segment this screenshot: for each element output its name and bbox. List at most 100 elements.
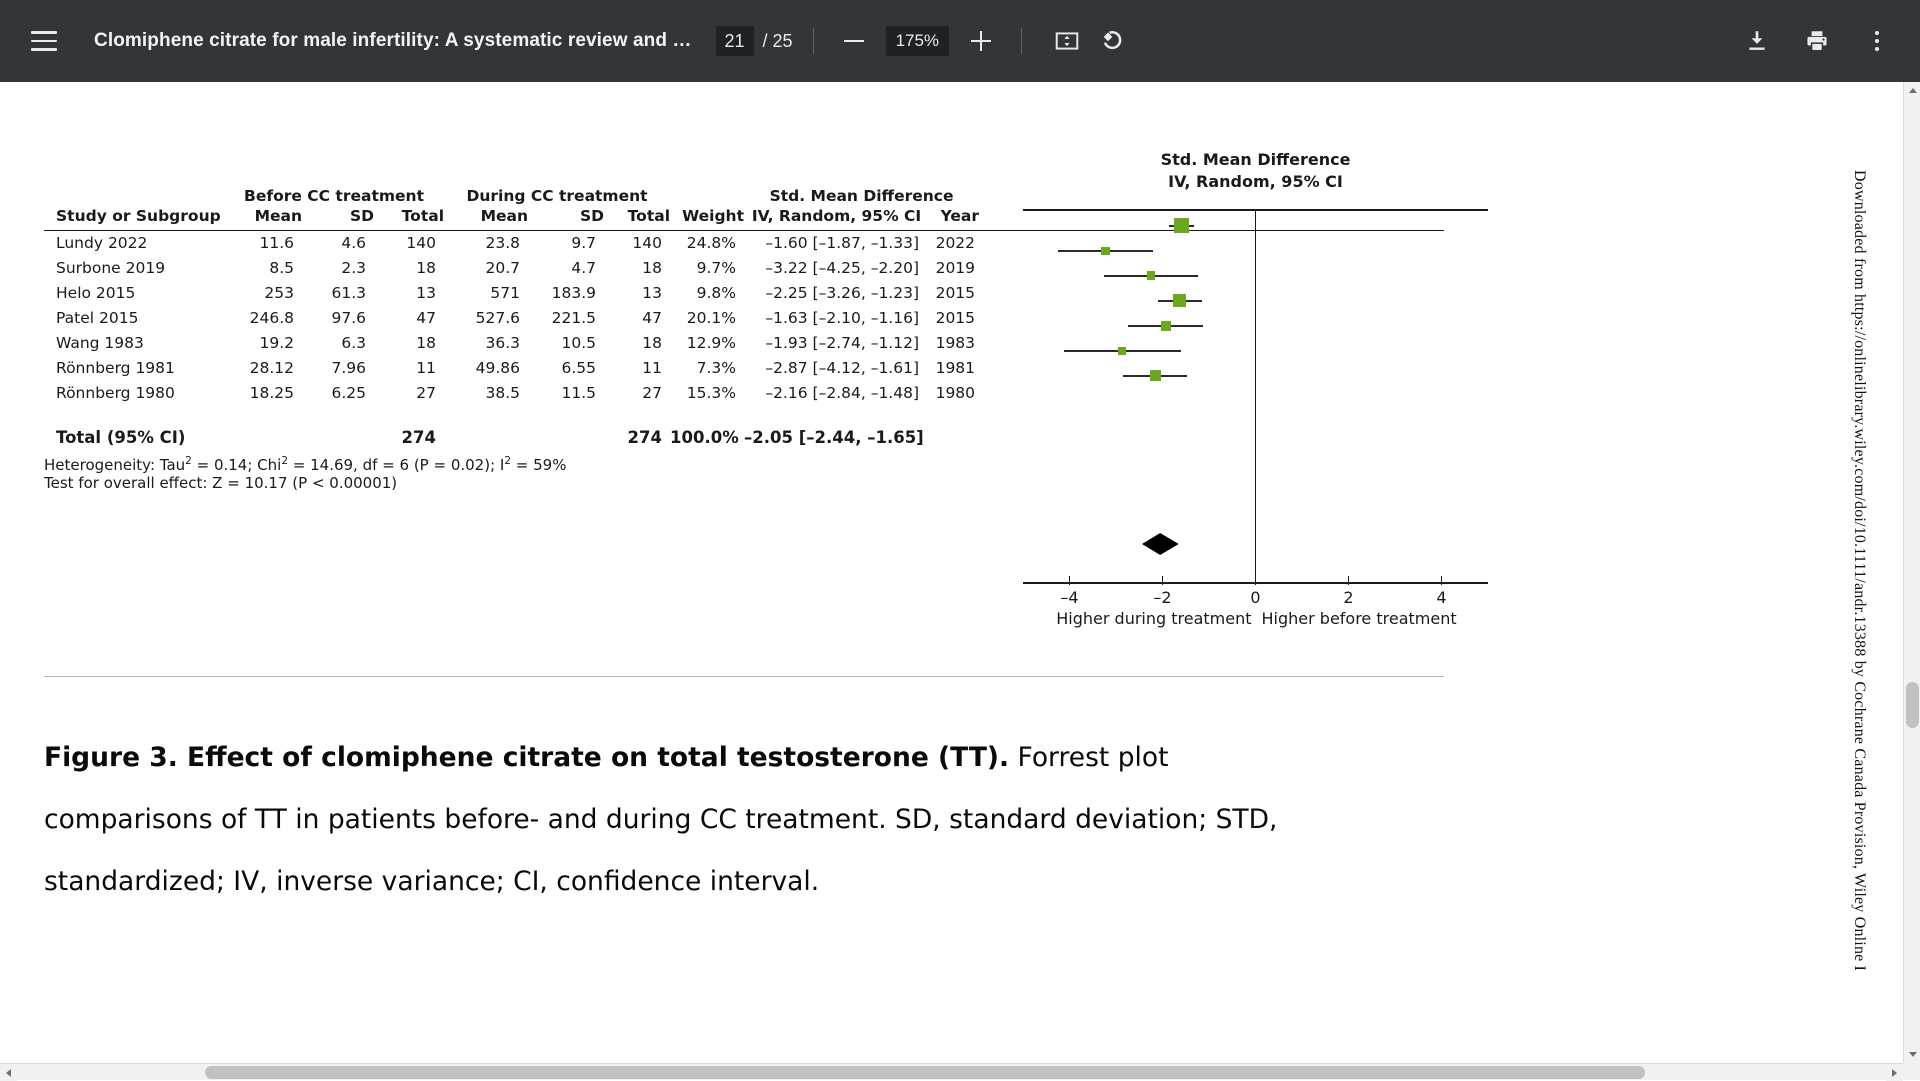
col-study-or-subgroup: Study or Subgroup <box>44 207 224 228</box>
horizontal-scrollbar-thumb[interactable] <box>205 1066 1645 1079</box>
axis-tick-label: 4 <box>1422 588 1462 607</box>
col-before-mean: Mean <box>224 207 302 228</box>
page-number-input[interactable] <box>716 26 754 56</box>
header-smd: Std. Mean Difference <box>744 187 979 207</box>
axis-tick <box>1348 576 1350 585</box>
zoom-out-button[interactable] <box>834 21 874 61</box>
scroll-down-button[interactable] <box>1904 1046 1920 1063</box>
scroll-up-button[interactable] <box>1904 82 1920 99</box>
during-sd: 9.7 <box>528 230 604 255</box>
scroll-left-button[interactable] <box>0 1064 17 1081</box>
effect-size-marker <box>1150 370 1161 381</box>
before-sd: 4.6 <box>302 230 374 255</box>
during-sd: 183.9 <box>528 280 604 305</box>
axis-tick <box>1069 576 1071 585</box>
during-mean: 36.3 <box>444 330 528 355</box>
effect-size-marker <box>1101 247 1110 256</box>
during-total: 27 <box>604 380 670 405</box>
minus-icon <box>844 40 864 43</box>
before-total: 13 <box>374 280 444 305</box>
chevron-up-icon <box>1909 88 1917 93</box>
study-name: Surbone 2019 <box>44 255 224 280</box>
download-icon <box>1744 28 1770 54</box>
col-during-sd: SD <box>528 207 604 228</box>
smd-ci: –2.87 [–4.12, –1.61] <box>744 355 929 380</box>
plot-header-subtitle: IV, Random, 95% CI <box>1023 171 1488 193</box>
vertical-scrollbar[interactable] <box>1903 82 1920 1063</box>
before-sd: 6.3 <box>302 330 374 355</box>
axis-caption-right: Higher before treatment <box>1262 609 1457 628</box>
figure-caption-bold: Figure 3. Effect of clomiphene citrate o… <box>44 742 1009 773</box>
vertical-scrollbar-thumb[interactable] <box>1906 682 1919 728</box>
download-button[interactable] <box>1734 18 1780 64</box>
col-smd-ci: IV, Random, 95% CI <box>744 207 929 228</box>
before-mean: 28.12 <box>224 355 302 380</box>
print-button[interactable] <box>1794 18 1840 64</box>
before-mean: 19.2 <box>224 330 302 355</box>
study-name: Patel 2015 <box>44 305 224 330</box>
during-total: 47 <box>604 305 670 330</box>
axis-tick <box>1255 576 1257 585</box>
study-name: Lundy 2022 <box>44 230 224 255</box>
weight: 9.7% <box>670 255 744 280</box>
axis-tick-label: –2 <box>1143 588 1183 607</box>
pdf-viewer-toolbar: Clomiphene citrate for male infertility:… <box>0 0 1920 82</box>
weight: 15.3% <box>670 380 744 405</box>
before-total: 11 <box>374 355 444 380</box>
total-weight: 100.0% <box>670 419 744 455</box>
during-sd: 4.7 <box>528 255 604 280</box>
weight: 7.3% <box>670 355 744 380</box>
hamburger-menu-icon[interactable] <box>16 13 72 69</box>
scrollbar-corner <box>1903 1063 1920 1080</box>
during-total: 18 <box>604 330 670 355</box>
year: 1983 <box>929 330 979 355</box>
effect-size-marker <box>1174 218 1189 233</box>
plot-header-title: Std. Mean Difference <box>1023 149 1488 171</box>
toolbar-right-group <box>1720 18 1920 64</box>
year: 2015 <box>929 305 979 330</box>
rotate-counterclockwise-button[interactable] <box>1092 20 1134 62</box>
horizontal-scrollbar[interactable] <box>0 1063 1903 1080</box>
scroll-right-button[interactable] <box>1886 1064 1903 1081</box>
during-sd: 10.5 <box>528 330 604 355</box>
overall-effect-text: Test for overall effect: Z = 10.17 (P < … <box>44 474 979 492</box>
plot-header: Std. Mean Difference IV, Random, 95% CI <box>1023 149 1488 192</box>
col-before-sd: SD <box>302 207 374 228</box>
zoom-in-button[interactable] <box>961 21 1001 61</box>
during-mean: 49.86 <box>444 355 528 380</box>
plus-icon <box>971 31 991 51</box>
total-before-n: 274 <box>374 419 444 455</box>
before-mean: 8.5 <box>224 255 302 280</box>
page-count-label: / 25 <box>763 31 793 52</box>
more-options-button[interactable] <box>1854 18 1900 64</box>
zoom-level-display[interactable]: 175% <box>886 26 949 56</box>
year: 1980 <box>929 380 979 405</box>
year: 2019 <box>929 255 979 280</box>
study-name: Helo 2015 <box>44 280 224 305</box>
axis-tick-label: 0 <box>1236 588 1276 607</box>
download-watermark: Downloaded from https://onlinelibrary.wi… <box>1842 170 1868 970</box>
fit-to-page-button[interactable] <box>1046 20 1088 62</box>
figure-caption: Figure 3. Effect of clomiphene citrate o… <box>44 727 1334 913</box>
header-before-cc: Before CC treatment <box>224 187 444 207</box>
smd-ci: –2.16 [–2.84, –1.48] <box>744 380 929 405</box>
weight: 9.8% <box>670 280 744 305</box>
col-year: Year <box>929 207 979 228</box>
study-name: Rönnberg 1980 <box>44 380 224 405</box>
print-icon <box>1804 28 1830 54</box>
effect-size-marker <box>1118 347 1126 355</box>
before-total: 47 <box>374 305 444 330</box>
pooled-effect-diamond <box>1142 533 1179 555</box>
during-mean: 527.6 <box>444 305 528 330</box>
during-mean: 20.7 <box>444 255 528 280</box>
total-smd-ci: –2.05 [–2.44, –1.65] <box>744 419 929 455</box>
pdf-page-canvas: Before CC treatment During CC treatment … <box>0 82 1904 1080</box>
during-total: 140 <box>604 230 670 255</box>
during-mean: 23.8 <box>444 230 528 255</box>
smd-ci: –1.93 [–2.74, –1.12] <box>744 330 929 355</box>
during-total: 13 <box>604 280 670 305</box>
study-name: Wang 1983 <box>44 330 224 355</box>
weight: 24.8% <box>670 230 744 255</box>
smd-ci: –2.25 [–3.26, –1.23] <box>744 280 929 305</box>
axis-tick-label: 2 <box>1329 588 1369 607</box>
